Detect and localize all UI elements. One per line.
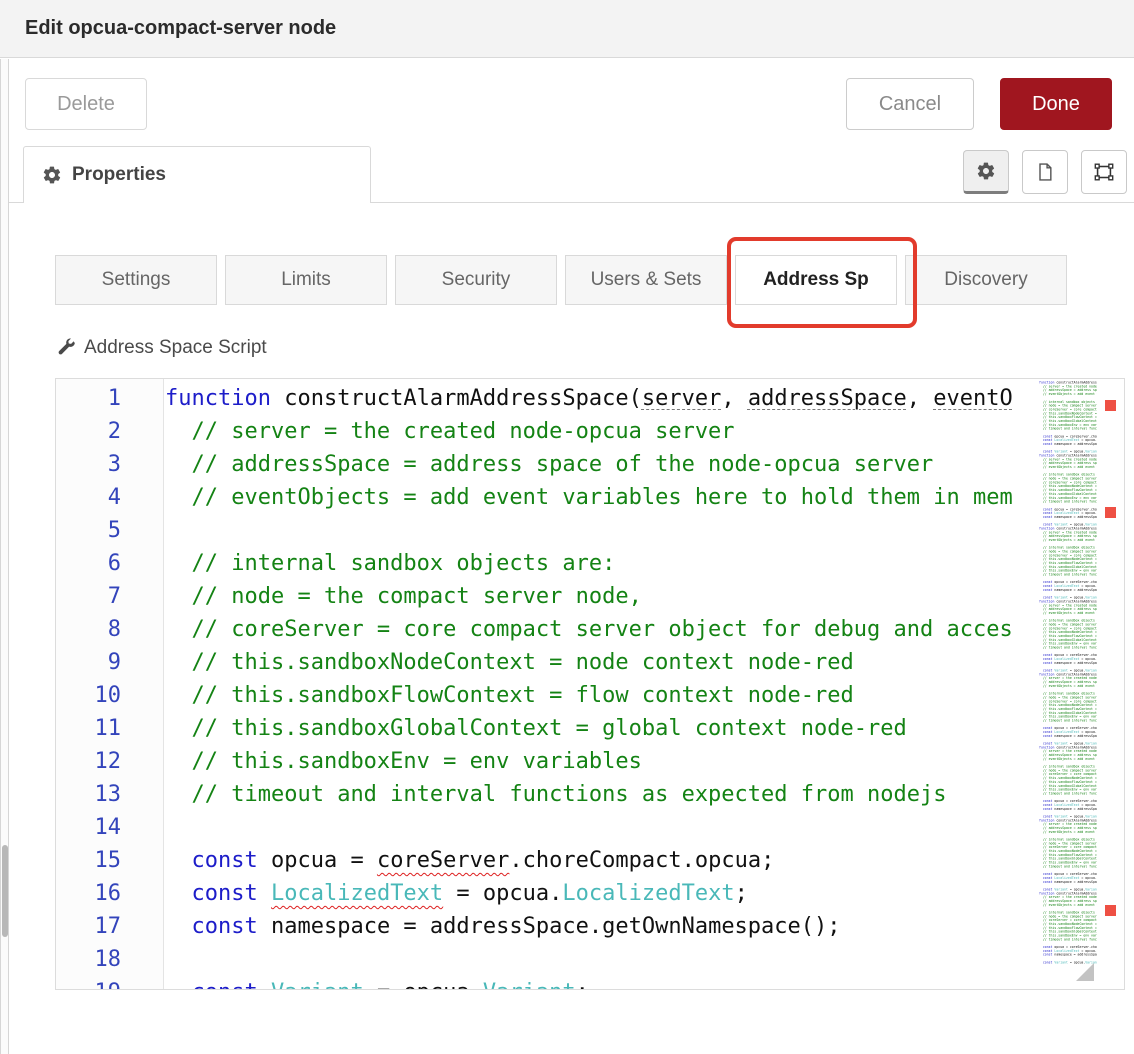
code-line[interactable]: const Variant = opcua.Variant; — [165, 976, 1036, 989]
error-marker[interactable] — [1105, 507, 1116, 518]
script-section-label: Address Space Script — [55, 337, 267, 359]
tab-settings[interactable]: Settings — [55, 255, 217, 305]
line-number: 11 — [56, 712, 163, 745]
code-line[interactable]: // internal sandbox objects are: — [165, 547, 1036, 580]
line-number: 6 — [56, 547, 163, 580]
line-number: 14 — [56, 811, 163, 844]
gear-icon — [976, 161, 996, 181]
tab-properties[interactable]: Properties — [23, 146, 371, 203]
code-line[interactable]: // coreServer = core compact server obje… — [165, 613, 1036, 646]
tab-discovery[interactable]: Discovery — [905, 255, 1067, 305]
description-button[interactable] — [1022, 150, 1068, 194]
line-number: 7 — [56, 580, 163, 613]
line-number: 15 — [56, 844, 163, 877]
code-line[interactable]: // this.sandboxEnv = env variables — [165, 745, 1036, 778]
line-number: 10 — [56, 679, 163, 712]
editor-minimap-content: function constructAlarmAddressSpace(serv… — [1039, 381, 1097, 965]
line-number: 16 — [56, 877, 163, 910]
error-marker[interactable] — [1105, 400, 1116, 411]
code-line[interactable]: // eventObjects = add event variables he… — [165, 481, 1036, 514]
code-line[interactable]: // this.sandboxFlowContext = flow contex… — [165, 679, 1036, 712]
code-editor[interactable]: 12345678910111213141516171819 function c… — [55, 378, 1125, 990]
line-number: 9 — [56, 646, 163, 679]
editor-annotation-gutter — [1097, 379, 1124, 989]
line-number: 2 — [56, 415, 163, 448]
line-number: 18 — [56, 943, 163, 976]
tab-address-sp[interactable]: Address Sp — [735, 255, 897, 305]
code-line[interactable]: function constructAlarmAddressSpace(serv… — [165, 382, 1036, 415]
done-button[interactable]: Done — [1000, 78, 1112, 130]
dialog-title: Edit opcua-compact-server node — [25, 17, 336, 40]
tab-users-sets[interactable]: Users & Sets — [565, 255, 727, 305]
line-number: 12 — [56, 745, 163, 778]
editor-minimap[interactable]: function constructAlarmAddressSpace(serv… — [1039, 381, 1097, 989]
code-line[interactable]: // timeout and interval functions as exp… — [165, 778, 1036, 811]
code-line[interactable]: // addressSpace = address space of the n… — [165, 448, 1036, 481]
cancel-button[interactable]: Cancel — [846, 78, 974, 130]
code-line[interactable]: // node = the compact server node, — [165, 580, 1036, 613]
code-line[interactable] — [165, 943, 1036, 976]
line-number: 17 — [56, 910, 163, 943]
tab-security[interactable]: Security — [395, 255, 557, 305]
line-number: 3 — [56, 448, 163, 481]
appearance-frame-icon — [1093, 161, 1115, 183]
wrench-icon — [55, 338, 76, 359]
line-number: 4 — [56, 481, 163, 514]
error-marker[interactable] — [1105, 905, 1116, 916]
code-line[interactable]: // this.sandboxGlobalContext = global co… — [165, 712, 1036, 745]
code-line[interactable]: // server = the created node-opcua serve… — [165, 415, 1036, 448]
editor-code[interactable]: function constructAlarmAddressSpace(serv… — [165, 379, 1036, 989]
editor-resize-handle[interactable] — [1076, 963, 1094, 981]
gear-icon — [42, 165, 62, 185]
dialog-header: Edit opcua-compact-server node — [0, 0, 1134, 58]
code-line[interactable]: const LocalizedText = opcua.LocalizedTex… — [165, 877, 1036, 910]
code-line[interactable]: // this.sandboxNodeContext = node contex… — [165, 646, 1036, 679]
delete-button[interactable]: Delete — [25, 78, 147, 130]
code-line[interactable] — [165, 811, 1036, 844]
line-number: 1 — [56, 382, 163, 415]
document-icon — [1035, 162, 1055, 182]
code-line[interactable] — [165, 514, 1036, 547]
properties-label: Properties — [72, 164, 166, 186]
code-line[interactable]: const namespace = addressSpace.getOwnNam… — [165, 910, 1036, 943]
editor-gutter[interactable]: 12345678910111213141516171819 — [56, 379, 164, 989]
subtabs: SettingsLimitsSecurityUsers & SetsAddres… — [55, 255, 1067, 305]
line-number: 8 — [56, 613, 163, 646]
page-scrollbar[interactable] — [0, 59, 9, 1054]
code-line[interactable]: const opcua = coreServer.choreCompact.op… — [165, 844, 1036, 877]
page-scrollbar-thumb[interactable] — [2, 845, 8, 937]
appearance-button[interactable] — [1081, 150, 1127, 194]
line-number: 19 — [56, 976, 163, 989]
line-number: 13 — [56, 778, 163, 811]
tab-limits[interactable]: Limits — [225, 255, 387, 305]
edit-form-button[interactable] — [963, 150, 1009, 194]
script-label-text: Address Space Script — [84, 337, 267, 359]
line-number: 5 — [56, 514, 163, 547]
